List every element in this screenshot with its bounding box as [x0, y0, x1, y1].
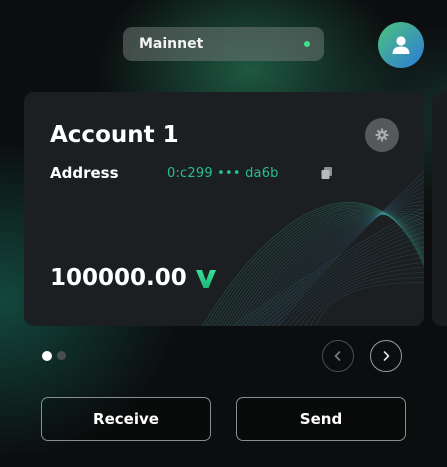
chevron-right-icon [383, 351, 390, 361]
next-account-button[interactable] [370, 340, 402, 372]
copy-icon[interactable] [320, 166, 334, 180]
pagination-dot[interactable] [42, 350, 52, 361]
receive-button[interactable]: Receive [41, 397, 211, 441]
card-decoration-line [250, 211, 424, 326]
network-label: Mainnet [139, 36, 204, 52]
card-decoration-line [260, 231, 424, 326]
card-decoration-line [208, 204, 424, 326]
account-card: Account 1 Address 0:c299 ••• da6b 100000… [24, 92, 424, 326]
card-decoration-line [304, 272, 424, 326]
network-status-dot [304, 41, 310, 47]
chevron-left-icon [334, 351, 341, 361]
v-token-icon [196, 270, 216, 288]
network-selector[interactable]: Mainnet [123, 27, 324, 61]
card-decoration-line [294, 261, 424, 326]
previous-account-button[interactable] [322, 340, 354, 372]
send-button[interactable]: Send [236, 397, 406, 441]
card-decoration-line [274, 176, 424, 326]
card-decoration-line [249, 221, 424, 326]
gear-icon [375, 128, 389, 142]
user-icon [392, 36, 410, 54]
account-settings-button[interactable] [365, 118, 399, 152]
address-label: Address [50, 164, 119, 182]
carousel-pagination [42, 350, 66, 361]
address-value[interactable]: 0:c299 ••• da6b [167, 166, 279, 181]
card-decoration-line [243, 216, 424, 326]
pagination-dot[interactable] [57, 351, 66, 360]
account-name: Account 1 [50, 122, 179, 148]
account-avatar-button[interactable] [378, 22, 424, 68]
card-decoration-line [299, 267, 424, 326]
next-account-card-edge [432, 92, 447, 326]
card-decoration-line [315, 282, 424, 326]
balance-amount: 100000.00 [50, 265, 187, 291]
